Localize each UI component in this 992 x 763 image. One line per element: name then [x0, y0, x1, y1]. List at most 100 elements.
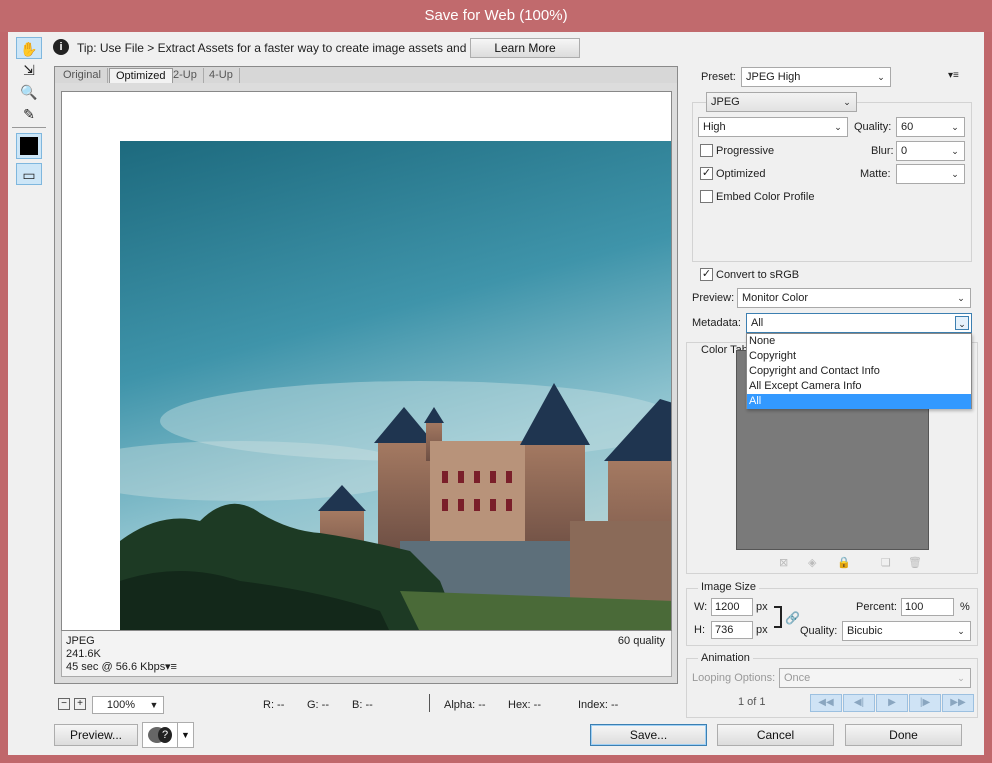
first-frame-button[interactable]: ◀◀ [810, 694, 842, 712]
width-input[interactable]: 1200 [711, 598, 753, 616]
animation-label: Animation [698, 652, 753, 664]
constrain-bracket [774, 606, 782, 628]
quality-value: 60 [901, 121, 914, 133]
info-icon: i [53, 39, 69, 55]
preview-browser-button[interactable]: ? ▼ [142, 722, 194, 748]
status-divider [429, 694, 430, 712]
frame-counter: 1 of 1 [738, 696, 766, 708]
image-canvas[interactable] [61, 91, 672, 631]
progressive-checkbox[interactable] [700, 144, 713, 157]
cancel-button[interactable]: Cancel [717, 724, 834, 746]
blur-input[interactable]: 0 ⌄ [896, 141, 965, 161]
zoom-tool-icon[interactable]: 🔍 [16, 81, 42, 103]
readout-b: B: -- [352, 699, 373, 711]
preset-select[interactable]: JPEG High ⌄ [741, 67, 891, 87]
metadata-value: All [751, 317, 764, 329]
toggle-slices-icon[interactable]: ▭ [16, 163, 42, 185]
link-icon[interactable]: 🔗 [785, 611, 800, 625]
map-transparent-icon[interactable]: ⊠ [779, 556, 788, 569]
metadata-option-none[interactable]: None [747, 334, 971, 349]
looping-options-select[interactable]: Once ⌄ [779, 668, 971, 688]
height-label: H: [694, 624, 705, 636]
done-button[interactable]: Done [845, 724, 962, 746]
looping-options-value: Once [784, 672, 811, 684]
zoom-level-value: 100% [106, 699, 136, 711]
embed-color-profile-checkbox[interactable] [700, 190, 713, 203]
percent-unit: % [960, 601, 970, 613]
castle-photo [120, 141, 671, 630]
metadata-dropdown-list: None Copyright Copyright and Contact Inf… [746, 333, 972, 409]
zoom-in-button[interactable]: + [74, 698, 86, 710]
preview-select[interactable]: Monitor Color ⌄ [737, 288, 971, 308]
slice-select-tool-icon[interactable]: ⇲ [16, 59, 42, 81]
tab-2up[interactable]: 2-Up [167, 68, 204, 83]
metadata-option-all-except-camera[interactable]: All Except Camera Info [747, 379, 971, 394]
chevron-down-icon: ⌄ [955, 316, 969, 330]
height-input[interactable]: 736 [711, 621, 753, 639]
tab-4up[interactable]: 4-Up [203, 68, 240, 83]
chevron-down-icon: ⌄ [951, 169, 959, 179]
matte-select[interactable]: ⌄ [896, 164, 965, 184]
width-label: W: [694, 601, 708, 613]
window-title: Save for Web (100%) [0, 0, 992, 32]
blur-value: 0 [901, 145, 908, 157]
zoom-out-button[interactable]: − [58, 698, 70, 710]
percent-input[interactable]: 100 [901, 598, 954, 616]
hand-tool-icon[interactable]: ✋ [16, 37, 42, 59]
quality-level-select[interactable]: High ⌄ [698, 117, 848, 137]
preview-button[interactable]: Preview... [54, 724, 138, 746]
matte-label: Matte: [860, 168, 891, 180]
resample-quality-label: Quality: [800, 625, 838, 637]
info-format: JPEG [66, 635, 95, 647]
toolbar-divider [12, 127, 46, 128]
resample-quality-value: Bicubic [847, 625, 883, 637]
quality-level-value: High [703, 121, 726, 133]
metadata-select[interactable]: All ⌄ [746, 313, 972, 333]
next-frame-button[interactable]: |▶ [909, 694, 941, 712]
trash-icon[interactable]: 🗑 [908, 556, 922, 569]
convert-srgb-label: Convert to sRGB [716, 269, 800, 281]
format-select[interactable]: JPEG ⌄ [706, 92, 857, 112]
width-unit: px [756, 601, 768, 613]
chevron-down-icon: ⌄ [957, 673, 965, 683]
last-frame-button[interactable]: ▶▶ [942, 694, 974, 712]
preset-menu-icon[interactable]: ▾≡ [948, 70, 959, 81]
tip-text: Tip: Use File > Extract Assets for a fas… [77, 41, 496, 55]
dialog-body: i Tip: Use File > Extract Assets for a f… [8, 32, 984, 755]
quality-input[interactable]: 60 ⌄ [896, 117, 965, 137]
metadata-option-copyright-contact[interactable]: Copyright and Contact Info [747, 364, 971, 379]
eyedropper-color-swatch[interactable] [16, 133, 42, 159]
info-size: 241.6K [66, 648, 101, 660]
resample-quality-select[interactable]: Bicubic ⌄ [842, 621, 971, 641]
metadata-label: Metadata: [692, 317, 741, 329]
web-shift-icon[interactable]: ◈ [808, 556, 816, 569]
tab-optimized[interactable]: Optimized [109, 68, 173, 83]
image-size-label: Image Size [698, 581, 760, 593]
help-icon: ? [158, 727, 172, 743]
convert-srgb-checkbox[interactable]: ✓ [700, 268, 713, 281]
metadata-option-copyright[interactable]: Copyright [747, 349, 971, 364]
save-button[interactable]: Save... [590, 724, 707, 746]
chevron-down-icon: ⌄ [877, 72, 885, 82]
learn-more-button[interactable]: Learn More [470, 38, 580, 58]
format-value: JPEG [711, 96, 740, 108]
looping-options-label: Looping Options: [692, 672, 776, 684]
play-button[interactable]: ▶ [876, 694, 908, 712]
chevron-down-icon: ⌄ [834, 122, 842, 132]
preview-label: Preview: [692, 292, 735, 304]
new-color-icon[interactable]: ❏ [881, 556, 891, 569]
preview-value: Monitor Color [742, 292, 809, 304]
lock-icon[interactable]: 🔒 [837, 556, 851, 569]
tab-original[interactable]: Original [57, 68, 108, 83]
optimized-checkbox[interactable]: ✓ [700, 167, 713, 180]
zoom-level-select[interactable]: 100% ▼ [92, 696, 164, 714]
blur-label: Blur: [871, 145, 894, 157]
download-rate-menu-icon[interactable]: ▾≡ [165, 660, 177, 673]
metadata-option-all[interactable]: All [747, 394, 971, 409]
eyedropper-tool-icon[interactable]: ✎ [16, 103, 42, 125]
chevron-down-icon: ▼ [149, 700, 159, 710]
chevron-down-icon: ▼ [177, 723, 193, 747]
preset-label: Preset: [701, 71, 736, 83]
previous-frame-button[interactable]: ◀| [843, 694, 875, 712]
readout-g: G: -- [307, 699, 329, 711]
